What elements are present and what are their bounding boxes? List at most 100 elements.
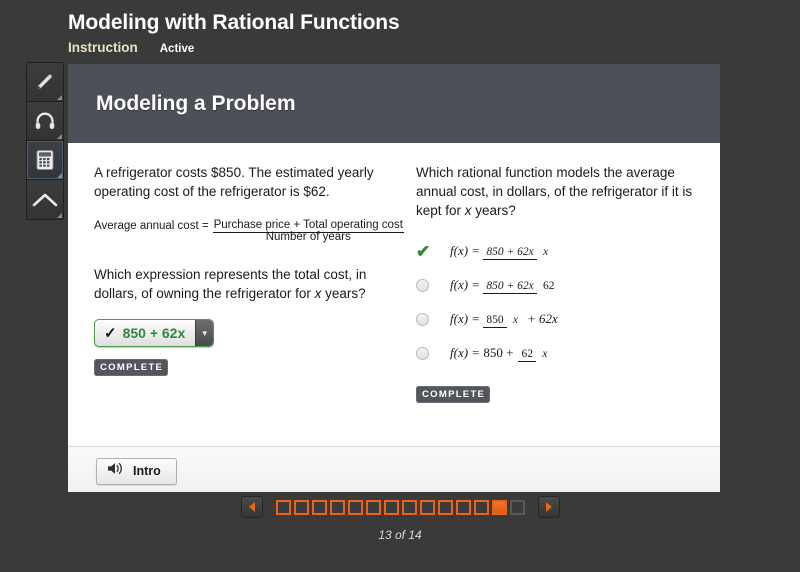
left-column: A refrigerator costs $850. The estimated… — [94, 163, 404, 376]
tab-instruction[interactable]: Instruction — [68, 40, 138, 55]
pagination-squares — [275, 499, 525, 515]
calculator-icon — [35, 149, 55, 171]
pagination-prev-button[interactable] — [240, 496, 263, 518]
status-badge-right: COMPLETE — [416, 386, 491, 403]
option-d-denominator: x — [542, 348, 548, 360]
pagination-label: 13 of 14 — [378, 528, 422, 542]
option-d-marker[interactable] — [416, 346, 450, 360]
check-icon: ✔ — [416, 241, 431, 261]
page-title: Modeling with Rational Functions — [68, 11, 400, 34]
chevron-left-icon — [248, 502, 255, 512]
option-d-lhs: f(x) — [450, 345, 469, 360]
panel-body: A refrigerator costs $850. The estimated… — [68, 143, 720, 446]
page-square-1[interactable] — [275, 499, 291, 515]
intro-button-label: Intro — [133, 464, 161, 478]
left-question: Which expression represents the total co… — [94, 265, 394, 303]
page-square-3[interactable] — [311, 499, 327, 515]
option-d-leading: 850 + — [483, 345, 514, 360]
option-d-expression: f(x) = 850 + 62 x — [450, 345, 550, 362]
tool-button-calculator[interactable] — [27, 141, 63, 180]
tool-corner-marker — [57, 213, 62, 218]
pagination-next-button[interactable] — [537, 496, 560, 518]
intro-audio-button[interactable]: Intro — [96, 457, 177, 485]
option-a-expression: f(x) = 850 + 62x x — [450, 243, 551, 260]
title-block: Modeling with Rational Functions Instruc… — [68, 10, 400, 55]
right-question-variable: x — [464, 203, 472, 218]
answer-dropdown[interactable]: ✓ 850 + 62x ▼ — [94, 319, 215, 347]
dropdown-face[interactable]: ✓ 850 + 62x — [95, 320, 195, 346]
left-question-end: years? — [321, 286, 366, 301]
page-square-10[interactable] — [437, 499, 453, 515]
tool-rail — [26, 62, 64, 220]
page-square-2[interactable] — [293, 499, 309, 515]
pagination: 13 of 14 — [0, 496, 800, 542]
radio-button-icon[interactable] — [416, 312, 429, 326]
tool-button-collapse[interactable] — [27, 180, 63, 219]
tool-corner-marker — [57, 134, 62, 139]
panel-title: Modeling a Problem — [96, 91, 296, 115]
radio-button-icon[interactable] — [416, 346, 429, 360]
page-square-13-current[interactable] — [491, 499, 507, 515]
option-b-marker[interactable] — [416, 278, 450, 292]
formula-denominator: Number of years — [265, 231, 351, 243]
option-c-equals: = — [472, 311, 480, 326]
option-c-fraction: 850 x — [483, 311, 521, 328]
problem-statement: A refrigerator costs $850. The estimated… — [94, 165, 374, 199]
option-c-numerator: 850 — [483, 314, 507, 328]
option-b-lhs: f(x) — [450, 277, 469, 292]
option-c-row[interactable]: f(x) = 850 x + 62x — [416, 302, 706, 336]
option-b-fraction: 850 + 62x 62 — [483, 277, 557, 294]
formula-lead: Average annual cost = — [94, 220, 209, 232]
option-c-denominator: x — [512, 314, 518, 326]
average-cost-formula: Average annual cost = Purchase price + T… — [94, 219, 404, 243]
chevron-right-icon — [545, 502, 552, 512]
option-a-row[interactable]: ✔ f(x) = 850 + 62x x — [416, 234, 706, 268]
page-square-8[interactable] — [401, 499, 417, 515]
page-square-4[interactable] — [329, 499, 345, 515]
radio-button-icon[interactable] — [416, 278, 429, 292]
page-square-11[interactable] — [455, 499, 471, 515]
panel-header: Modeling a Problem — [68, 62, 720, 143]
option-b-expression: f(x) = 850 + 62x 62 — [450, 277, 558, 294]
right-question-part1: Which rational function models the avera… — [416, 165, 693, 218]
option-b-denominator: 62 — [543, 280, 555, 292]
headphones-icon — [34, 111, 56, 131]
option-a-lhs: f(x) — [450, 243, 469, 258]
page-square-7[interactable] — [383, 499, 399, 515]
option-a-numerator: 850 + 62x — [483, 246, 537, 260]
option-c-lhs: f(x) — [450, 311, 469, 326]
option-c-marker[interactable] — [416, 312, 450, 326]
tool-corner-marker — [57, 173, 62, 178]
right-question-end: years? — [471, 203, 516, 218]
tool-button-headphones[interactable] — [27, 102, 63, 141]
tool-corner-marker — [57, 95, 62, 100]
tab-active[interactable]: Active — [160, 43, 195, 55]
option-c-trailing: + 62x — [527, 311, 558, 326]
page-square-6[interactable] — [365, 499, 381, 515]
option-a-fraction: 850 + 62x x — [483, 243, 551, 260]
formula-fraction: Purchase price + Total operating cost Nu… — [212, 219, 404, 243]
page-square-5[interactable] — [347, 499, 363, 515]
option-b-row[interactable]: f(x) = 850 + 62x 62 — [416, 268, 706, 302]
option-b-equals: = — [472, 277, 480, 292]
option-b-numerator: 850 + 62x — [483, 280, 537, 294]
option-d-row[interactable]: f(x) = 850 + 62 x — [416, 336, 706, 370]
check-icon: ✓ — [104, 324, 117, 342]
pagination-row — [240, 496, 560, 518]
page-square-14-locked[interactable] — [509, 499, 525, 515]
pencil-icon — [35, 72, 55, 92]
option-a-denominator: x — [543, 246, 549, 258]
page-square-9[interactable] — [419, 499, 435, 515]
chevron-down-icon[interactable]: ▼ — [195, 320, 214, 346]
status-badge-left: COMPLETE — [94, 359, 169, 376]
tool-button-pencil[interactable] — [27, 63, 63, 102]
option-a-marker: ✔ — [416, 243, 450, 260]
option-a-equals: = — [472, 243, 480, 258]
page-square-12[interactable] — [473, 499, 489, 515]
right-question: Which rational function models the avera… — [416, 163, 706, 220]
dropdown-selected-value: 850 + 62x — [122, 325, 186, 341]
option-d-numerator: 62 — [518, 348, 536, 362]
right-column: Which rational function models the avera… — [416, 163, 706, 403]
tab-bar: Instruction Active — [68, 40, 400, 55]
content-panel: Modeling a Problem A refrigerator costs … — [68, 62, 720, 492]
